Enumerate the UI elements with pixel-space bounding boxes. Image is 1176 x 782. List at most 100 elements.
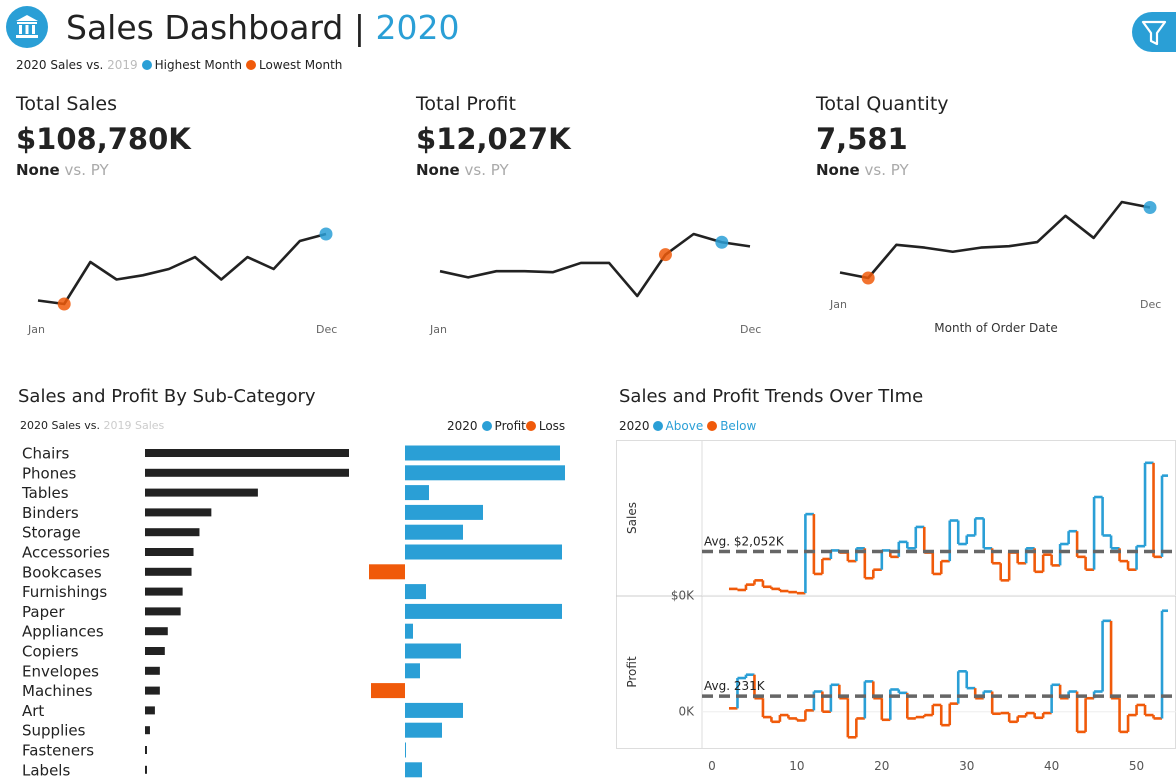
average-label: Avg. $2,052K (704, 534, 785, 548)
legend-loss: Loss (538, 419, 566, 433)
legend-profit: Profit (494, 419, 526, 433)
subcategory-label: Supplies (22, 722, 86, 740)
legend-2020-sales: 2020 Sales vs. (20, 419, 101, 432)
profit-bar (371, 683, 405, 699)
kpi-label: Total Quantity (816, 93, 949, 115)
sales-bar (145, 587, 183, 596)
highest-month-dot (1143, 201, 1157, 215)
filter-button[interactable] (1132, 12, 1176, 52)
subcategory-label: Fasteners (22, 742, 94, 760)
x-end-label: Dec (316, 323, 337, 336)
sparkline-path (439, 232, 751, 298)
sales-bar (145, 548, 194, 556)
x-tick-label: 30 (959, 759, 974, 773)
lowest-dot-icon (246, 60, 257, 70)
subcategory-label: Binders (22, 504, 79, 522)
kpi-value: $12,027K (416, 122, 571, 156)
sales-bar (145, 488, 258, 497)
sales-bar (145, 567, 192, 576)
sales-sparkline: Jan Dec (27, 227, 337, 336)
kpi-sales: Total Sales $108,780K None vs. PY (16, 92, 191, 180)
y-axis-title: Profit (625, 656, 639, 688)
kpi-label: Total Sales (16, 93, 117, 115)
legend-below: Below (720, 419, 757, 433)
highest-month-dot (319, 227, 333, 241)
subcategory-label: Art (22, 702, 44, 720)
kpi-cmp-text: vs. PY (64, 161, 109, 179)
title-text: Sales Dashboard (66, 8, 344, 47)
profit-bar (405, 465, 565, 481)
x-tick-label: 50 (1129, 759, 1144, 773)
legend-2019-sales: 2019 Sales (103, 419, 165, 432)
x-start-label: Jan (27, 323, 45, 336)
sales-bar (145, 528, 200, 537)
x-start-label: Jan (429, 323, 447, 336)
subcategory-label: Copiers (22, 643, 79, 661)
sales-bar (145, 686, 160, 695)
profit-bar (405, 524, 463, 540)
legend-highest: Highest Month (154, 58, 243, 72)
below-dot-icon (707, 421, 718, 431)
profit-bar (405, 702, 463, 718)
kpi-value: $108,780K (16, 122, 191, 156)
subcategory-chart: ChairsPhones Tables Binders Storage Accessor… (21, 445, 565, 779)
app-logo (6, 6, 48, 48)
subcategory-label: Paper (22, 603, 65, 621)
profit-bar (405, 603, 562, 619)
sales-bar (145, 508, 212, 517)
highest-dot-icon (141, 60, 152, 70)
above-dot-icon (652, 421, 663, 431)
kpi-comparison: None vs. PY (416, 160, 571, 180)
y-tick-label: $0K (671, 588, 695, 602)
x-axis-title: Month of Order Date (934, 321, 1057, 335)
legend-year: 2020 (619, 419, 650, 433)
average-label: Avg. 231K (704, 679, 766, 693)
profit-bar (405, 485, 429, 501)
profit-bar (405, 623, 413, 639)
kpi-cmp-text: vs. PY (464, 161, 509, 179)
subcategory-label: Phones (22, 464, 76, 482)
quantity-sparkline: Jan Dec Month of Order Date (829, 200, 1161, 335)
trends-title: Sales and Profit Trends Over TIme (619, 386, 924, 407)
profit-bar (405, 544, 562, 560)
sparkline-path (839, 200, 1151, 280)
bank-icon (16, 15, 38, 38)
profit-bar (405, 504, 483, 520)
lowest-month-dot (861, 271, 875, 285)
trends-chart: $0K$2,000K$4,000K$6,000KSalesAvg. $2,052… (616, 440, 1176, 773)
subcategory-label: Bookcases (22, 563, 102, 581)
sales-bar (145, 449, 349, 457)
header-legend: 2020 Sales vs. 2019 Highest Month Lowest M… (16, 58, 342, 72)
page-title: Sales Dashboard | 2020 (66, 8, 459, 48)
legend-lowest: Lowest Month (259, 58, 343, 72)
kpi-cmp-value: None (416, 161, 460, 179)
trends-frame (616, 440, 1176, 749)
title-separator: | (353, 8, 365, 47)
x-tick-label: 20 (874, 759, 889, 773)
subcategory-label: Furnishings (22, 583, 107, 601)
subcategory-label: Accessories (22, 544, 110, 562)
profit-bar (405, 445, 560, 461)
x-end-label: Dec (740, 323, 761, 336)
kpi-comparison: None vs. PY (816, 160, 949, 180)
subcategory-label: Envelopes (22, 662, 99, 680)
subcategory-title: Sales and Profit By Sub-Category (18, 386, 316, 407)
subcategory-right-legend: 2020 Profit Loss (447, 419, 565, 433)
lowest-month-dot (658, 248, 672, 262)
legend-above: Above (665, 419, 704, 433)
legend-2019: 2019 (107, 58, 138, 72)
y-tick-label: 0K (678, 705, 695, 719)
filter-icon (1132, 12, 1176, 52)
profit-bar (405, 762, 422, 778)
kpi-cmp-value: None (16, 161, 60, 179)
subcategory-left-legend: 2020 Sales vs. 2019 Sales (20, 419, 164, 433)
kpi-label: Total Profit (416, 93, 516, 115)
loss-dot-icon (525, 421, 536, 431)
sales-bar (145, 726, 150, 735)
profit-bar (405, 722, 442, 738)
kpi-cmp-value: None (816, 161, 860, 179)
sales-bar (145, 746, 147, 754)
highest-month-dot (715, 235, 729, 249)
subcategory-label: Labels (22, 761, 70, 779)
profit-dot-icon (481, 421, 492, 431)
